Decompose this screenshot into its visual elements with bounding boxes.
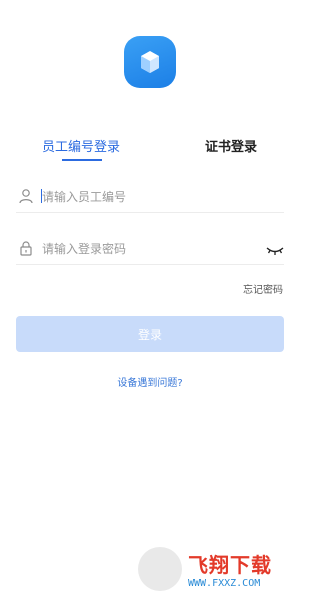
tab-certificate-login[interactable]: 证书登录: [205, 136, 257, 155]
app-logo-icon: [124, 36, 176, 88]
watermark-title: 飞翔下载: [188, 553, 272, 577]
watermark-url: WWW.FXXZ.COM: [188, 578, 261, 589]
device-problem-link[interactable]: 设备遇到问题?: [0, 374, 300, 389]
lock-icon: [18, 240, 34, 256]
watermark-logo-icon: [138, 547, 182, 591]
forgot-password-link[interactable]: 忘记密码: [243, 281, 283, 296]
eye-closed-icon[interactable]: [266, 242, 284, 255]
login-button[interactable]: 登录: [16, 316, 284, 352]
login-tabs: 员工编号登录 证书登录: [0, 136, 300, 166]
user-icon: [18, 188, 34, 204]
password-input[interactable]: [42, 238, 262, 260]
active-tab-indicator: [62, 159, 102, 161]
password-field: [16, 236, 284, 265]
employee-id-field: [16, 184, 284, 213]
text-cursor: [41, 189, 42, 203]
tab-employee-id-login[interactable]: 员工编号登录: [42, 136, 120, 155]
employee-id-input[interactable]: [42, 186, 262, 208]
watermark: 飞翔下载 WWW.FXXZ.COM: [134, 540, 290, 598]
